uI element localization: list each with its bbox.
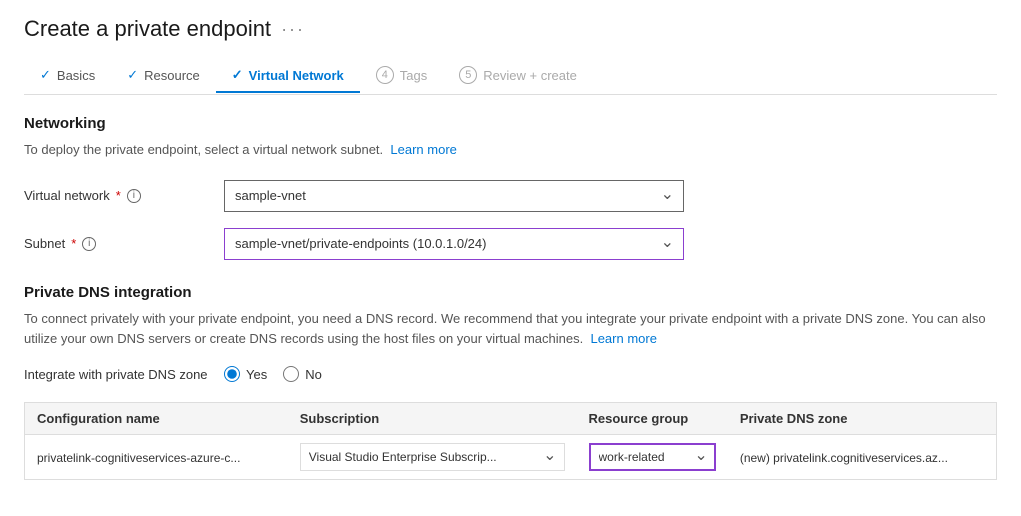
dns-section-title: Private DNS integration (24, 284, 997, 301)
review-step-circle: 5 (459, 66, 477, 84)
virtual-network-label: Virtual network * i (24, 188, 224, 203)
subnet-info-icon[interactable]: i (82, 237, 96, 251)
dns-radio-group: Integrate with private DNS zone Yes No (24, 366, 997, 382)
tab-virtual-network-label: Virtual Network (249, 68, 344, 83)
subnet-control: sample-vnet/private-endpoints (10.0.1.0/… (224, 228, 684, 260)
col-config-name: Configuration name (25, 403, 288, 435)
dns-learn-more[interactable]: Learn more (590, 331, 656, 346)
dns-section: Private DNS integration To connect priva… (24, 284, 997, 481)
dns-table-header-row: Configuration name Subscription Resource… (25, 403, 997, 435)
virtual-network-select[interactable]: sample-vnet (224, 180, 684, 212)
col-resource-group: Resource group (577, 403, 728, 435)
tags-step-circle: 4 (376, 66, 394, 84)
subnet-required-star: * (71, 236, 76, 251)
resource-group-select-wrapper: work-related (589, 443, 716, 471)
tab-basics[interactable]: ✓ Basics (24, 59, 111, 93)
wizard-tabs: ✓ Basics ✓ Resource ✓ Virtual Network 4 … (24, 58, 997, 95)
cell-dns-zone: (new) privatelink.cognitiveservices.az..… (728, 435, 997, 480)
networking-section-title: Networking (24, 115, 997, 132)
page-container: Create a private endpoint ··· ✓ Basics ✓… (0, 0, 1021, 516)
dns-radio-yes-label: Yes (246, 367, 267, 382)
dns-integrate-label: Integrate with private DNS zone (24, 367, 224, 382)
dns-table-head: Configuration name Subscription Resource… (25, 403, 997, 435)
tab-tags[interactable]: 4 Tags (360, 58, 443, 94)
resource-group-select[interactable]: work-related (589, 443, 716, 471)
networking-section: Networking To deploy the private endpoin… (24, 115, 997, 260)
tab-review-create-label: Review + create (483, 68, 577, 83)
subnet-row: Subnet * i sample-vnet/private-endpoints… (24, 228, 997, 260)
basics-check-icon: ✓ (40, 67, 51, 83)
config-name-text: privatelink-cognitiveservices-azure-c... (37, 451, 240, 465)
dns-radio-yes[interactable]: Yes (224, 366, 267, 382)
resource-check-icon: ✓ (127, 67, 138, 83)
vnet-required-star: * (116, 188, 121, 203)
subnet-select-wrapper: sample-vnet/private-endpoints (10.0.1.0/… (224, 228, 684, 260)
dns-radio-no-label: No (305, 367, 322, 382)
cell-config-name: privatelink-cognitiveservices-azure-c... (25, 435, 288, 480)
dns-radio-no[interactable]: No (283, 366, 322, 382)
col-dns-zone: Private DNS zone (728, 403, 997, 435)
dns-table-body: privatelink-cognitiveservices-azure-c...… (25, 435, 997, 480)
networking-learn-more[interactable]: Learn more (390, 142, 456, 157)
virtual-network-select-wrapper: sample-vnet (224, 180, 684, 212)
tab-resource[interactable]: ✓ Resource (111, 59, 216, 93)
page-title-dots[interactable]: ··· (281, 19, 305, 40)
dns-description: To connect privately with your private e… (24, 309, 997, 351)
tab-virtual-network[interactable]: ✓ Virtual Network (216, 59, 360, 93)
subnet-select[interactable]: sample-vnet/private-endpoints (10.0.1.0/… (224, 228, 684, 260)
dns-radio-no-input[interactable] (283, 366, 299, 382)
tab-tags-label: Tags (400, 68, 427, 83)
virtual-network-row: Virtual network * i sample-vnet (24, 180, 997, 212)
tab-review-create[interactable]: 5 Review + create (443, 58, 593, 94)
virtual-network-control: sample-vnet (224, 180, 684, 212)
page-title: Create a private endpoint (24, 16, 271, 42)
vnet-info-icon[interactable]: i (127, 189, 141, 203)
content-area: Networking To deploy the private endpoin… (24, 95, 997, 500)
cell-subscription: Visual Studio Enterprise Subscrip... (288, 435, 577, 480)
table-row: privatelink-cognitiveservices-azure-c...… (25, 435, 997, 480)
dns-table: Configuration name Subscription Resource… (24, 402, 997, 480)
dns-radio-yes-input[interactable] (224, 366, 240, 382)
subscription-select[interactable]: Visual Studio Enterprise Subscrip... (300, 443, 565, 471)
vnet-check-icon: ✓ (232, 67, 243, 83)
subscription-select-wrapper: Visual Studio Enterprise Subscrip... (300, 443, 565, 471)
subnet-label: Subnet * i (24, 236, 224, 251)
col-subscription: Subscription (288, 403, 577, 435)
dns-radio-options: Yes No (224, 366, 322, 382)
cell-resource-group: work-related (577, 435, 728, 480)
dns-zone-text: (new) privatelink.cognitiveservices.az..… (740, 451, 948, 465)
networking-description: To deploy the private endpoint, select a… (24, 140, 997, 160)
page-title-bar: Create a private endpoint ··· (24, 16, 997, 42)
tab-basics-label: Basics (57, 68, 95, 83)
tab-resource-label: Resource (144, 68, 200, 83)
